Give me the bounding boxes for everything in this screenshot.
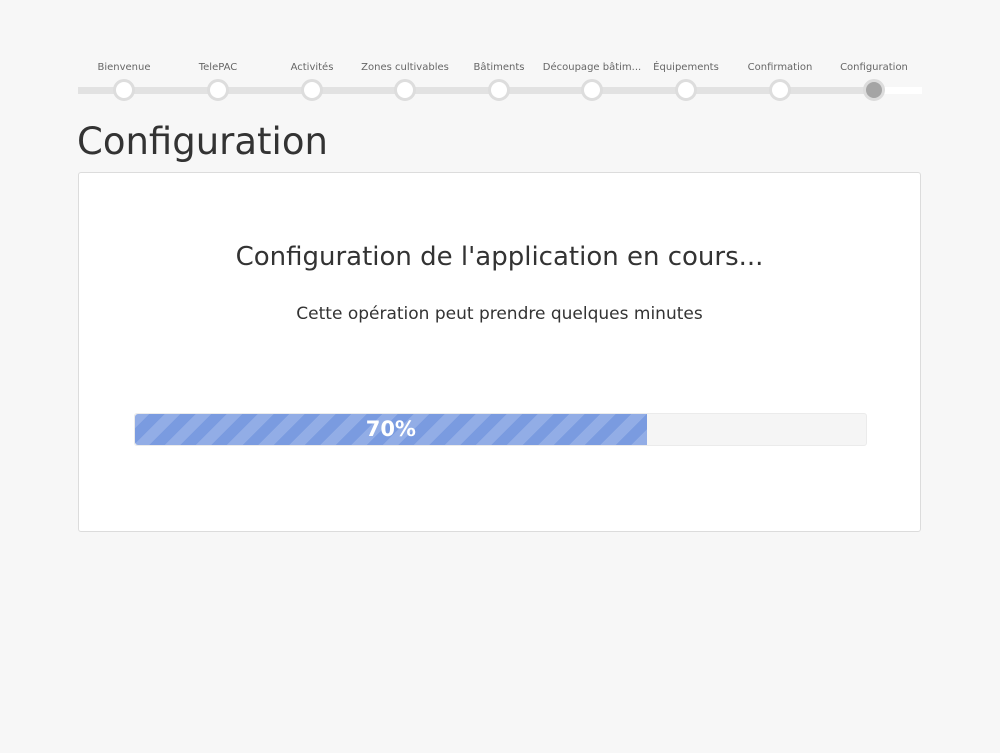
step-dot-active-icon [863,79,885,101]
wizard-step-activites[interactable]: Activités [262,60,362,104]
wizard-steps: Bienvenue TelePAC Activités Zones cultiv… [78,60,922,104]
wizard-step-batiments[interactable]: Bâtiments [449,60,549,104]
wizard-step-label: TelePAC [198,62,238,73]
panel-subtext: Cette opération peut prendre quelques mi… [296,304,703,324]
step-dot-icon [113,79,135,101]
wizard-step-configuration[interactable]: Configuration [824,60,924,104]
step-dot-icon [769,79,791,101]
wizard-step-equipements[interactable]: Équipements [636,60,736,104]
step-dot-icon [207,79,229,101]
wizard-step-telepac[interactable]: TelePAC [168,60,268,104]
wizard-step-label: Activités [290,62,334,73]
wizard-step-label: Équipements [653,62,719,73]
configuration-panel: Configuration de l'application en cours.… [78,172,921,532]
wizard-step-bienvenue[interactable]: Bienvenue [74,60,174,104]
progress-label: 70% [365,417,416,441]
wizard-step-label: Bienvenue [97,62,151,73]
panel-heading: Configuration de l'application en cours.… [235,242,764,272]
wizard-step-label: Découpage bâtim... [542,62,642,73]
wizard-step-decoupage-batiments[interactable]: Découpage bâtim... [542,60,642,104]
wizard-step-zones-cultivables[interactable]: Zones cultivables [355,60,455,104]
wizard-step-confirmation[interactable]: Confirmation [730,60,830,104]
step-dot-icon [675,79,697,101]
step-dot-icon [394,79,416,101]
progress-bar-track: 70% [134,413,867,446]
wizard-step-label: Bâtiments [473,62,525,73]
wizard-step-label: Zones cultivables [361,62,449,73]
wizard-step-label: Configuration [840,62,908,73]
progress-bar-fill: 70% [135,414,647,445]
wizard-step-label: Confirmation [747,62,813,73]
step-dot-icon [301,79,323,101]
step-dot-icon [488,79,510,101]
page-title: Configuration [77,120,328,163]
step-dot-icon [581,79,603,101]
